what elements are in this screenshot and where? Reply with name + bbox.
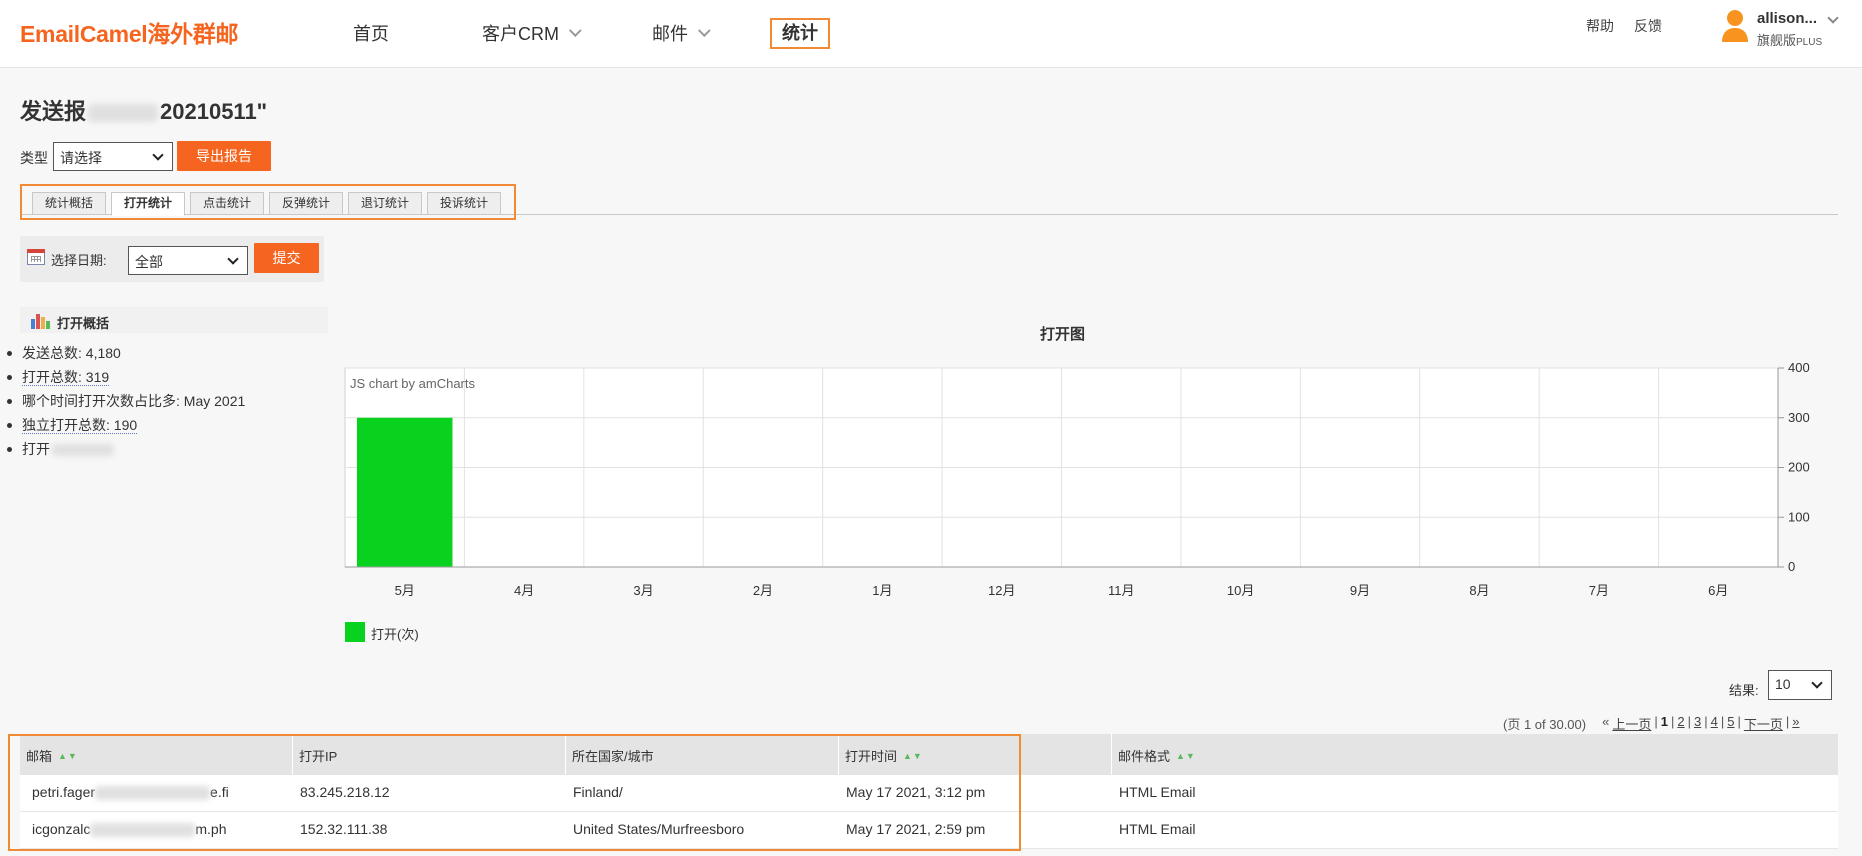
y-tick-label: 400 [1788,360,1810,375]
x-tick-label: 6月 [1708,583,1728,598]
bar[interactable] [356,417,453,567]
cell-format: HTML Email [1119,821,1196,837]
y-tick-label: 0 [1788,559,1795,574]
legend-swatch[interactable] [345,622,365,642]
page-link-5[interactable]: 5 [1727,714,1734,733]
pager-separator: | [1785,714,1790,729]
sort-arrows-icon[interactable]: ▲▼ [1176,751,1196,761]
table-highlight [8,734,1021,851]
current-page: 1 [1660,714,1668,729]
cell-format: HTML Email [1119,784,1196,800]
prev-page-link[interactable]: 上一页 [1612,714,1651,733]
page-info: (页 1 of 30.00) [1503,717,1587,732]
page-link-2[interactable]: 2 [1677,714,1684,733]
legend-label[interactable]: 打开(次) [371,624,419,643]
x-tick-label: 1月 [872,583,892,598]
results-value: 10 [1775,676,1791,692]
x-tick-label: 5月 [395,583,415,598]
last-page-link[interactable]: » [1792,714,1799,733]
x-tick-label: 11月 [1108,583,1135,598]
x-tick-label: 4月 [514,583,534,598]
x-tick-label: 7月 [1589,583,1609,598]
pager-separator: | [1654,714,1658,729]
chart-credit[interactable]: JS chart by amCharts [350,376,475,391]
pager-separator: | [1720,714,1725,729]
x-tick-label: 2月 [753,583,773,598]
x-tick-label: 9月 [1350,583,1370,598]
x-tick-label: 10月 [1227,583,1254,598]
y-tick-label: 100 [1788,509,1810,524]
page-link-4[interactable]: 4 [1711,714,1718,733]
x-tick-label: 12月 [988,583,1015,598]
pager-separator: | [1704,714,1708,729]
col-format-label: 邮件格式 [1118,749,1171,764]
col-format[interactable]: 邮件格式 ▲▼ [1118,746,1196,765]
pager-separator: | [1687,714,1691,729]
y-tick-label: 200 [1788,460,1810,475]
results-per-page-select[interactable]: 10 [1768,670,1832,700]
x-tick-label: 8月 [1469,583,1489,598]
results-label: 结果: [1729,683,1759,698]
column-divider [1111,734,1112,775]
pager-separator: | [1737,714,1741,729]
next-page-link[interactable]: 下一页 [1744,714,1783,733]
pager-separator: | [1670,714,1675,729]
first-page-link[interactable]: « [1602,714,1609,733]
y-tick-label: 300 [1788,410,1810,425]
pagination: (页 1 of 30.00) « 上一页 | 1 | 2 | 3 | 4 | 5… [1503,714,1800,733]
chevron-down-icon [1811,677,1823,689]
x-tick-label: 3月 [633,583,653,598]
page-link-3[interactable]: 3 [1694,714,1701,733]
